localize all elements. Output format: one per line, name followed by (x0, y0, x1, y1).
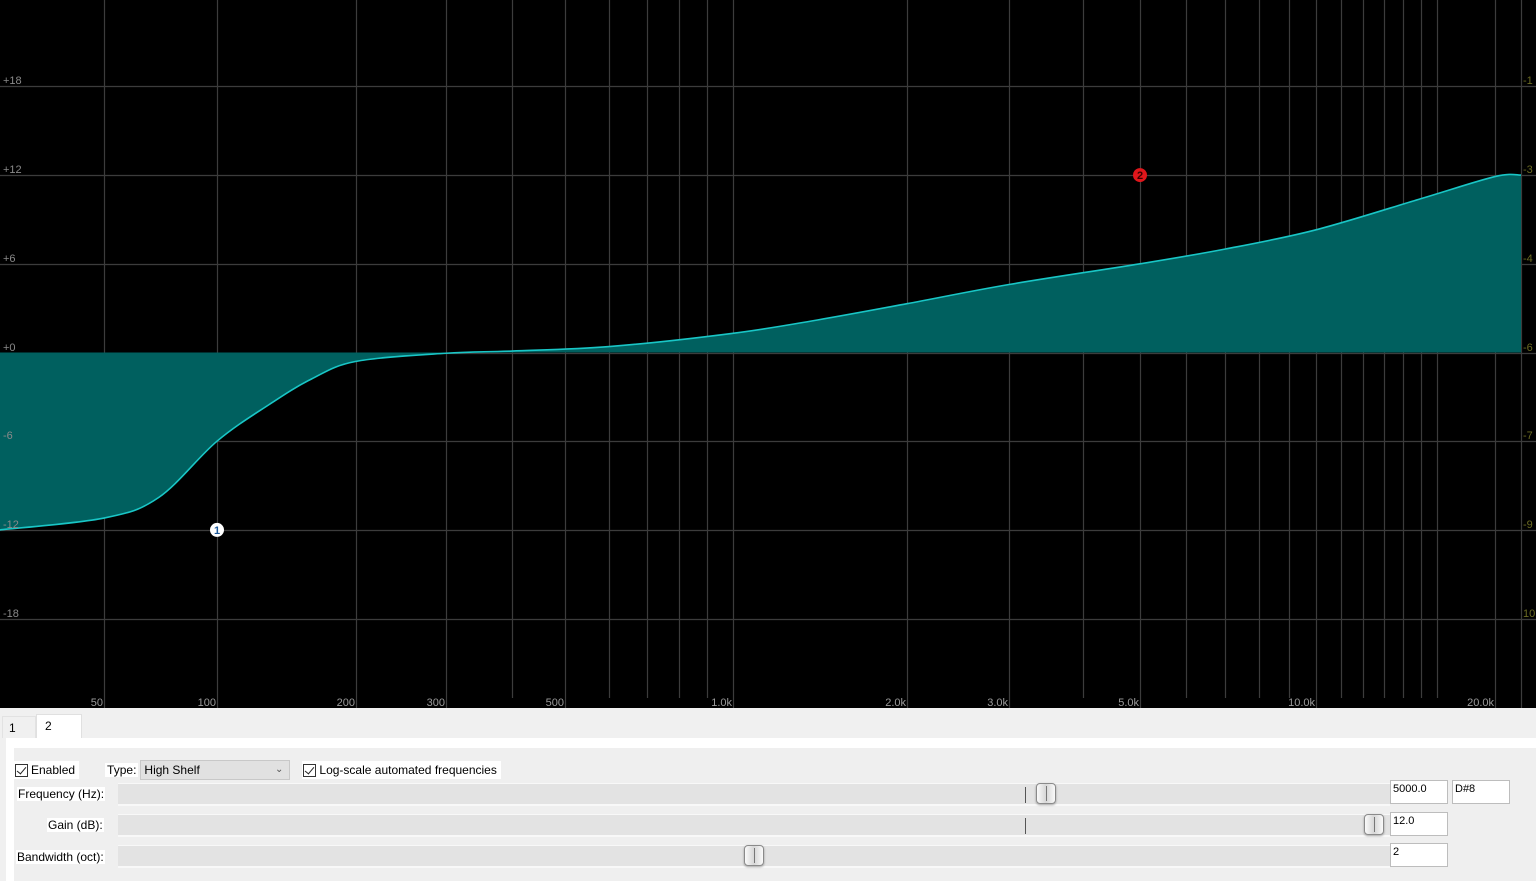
type-select[interactable]: High Shelf ⌄ (140, 760, 291, 780)
enabled-label: Enabled (31, 763, 76, 777)
frequency-input[interactable]: 5000.0 (1390, 780, 1448, 804)
frequency-slider[interactable] (118, 783, 1390, 806)
frequency-slider-thumb[interactable] (1036, 783, 1057, 804)
band-settings-inner: Enabled Type: High Shelf ⌄ Log-scale aut… (14, 748, 1536, 881)
y-tick-label: +6 (3, 253, 16, 265)
type-select-value: High Shelf (144, 763, 200, 777)
x-tick-label: 300 (427, 697, 445, 708)
x-tick-label: 20.0k (1467, 697, 1494, 708)
y-tick-label: +18 (3, 75, 22, 87)
checkmark-icon (303, 763, 317, 777)
checkmark-icon (15, 763, 28, 777)
y-axis-labels-right: -1 -3 -4 -6 -7 -9 10 (1523, 75, 1535, 620)
enabled-checkbox[interactable]: Enabled (14, 761, 80, 779)
x-tick-label: 100 (198, 697, 216, 708)
x-tick-label: 1.0k (711, 697, 732, 708)
y-tick-label-right: -6 (1523, 342, 1533, 354)
y-tick-label-right: -7 (1523, 430, 1533, 442)
y-axis-labels-left: +18 +12 +6 +0 -6 -12 -18 (3, 75, 22, 620)
chevron-down-icon: ⌄ (275, 764, 284, 775)
type-label: Type: (105, 763, 139, 777)
bandwidth-input[interactable]: 2 (1390, 843, 1448, 867)
x-axis-labels: 50 100 200 300 500 1.0k 2.0k 3.0k 5.0k 10.0k 20.0k (91, 697, 1495, 708)
y-tick-label: -6 (3, 430, 13, 442)
band-handle-label: 2 (1137, 170, 1143, 182)
bandwidth-slider[interactable] (118, 845, 1390, 868)
gain-slider[interactable] (118, 814, 1390, 837)
frequency-label: Frequency (Hz): (17, 787, 106, 801)
x-tick-label: 10.0k (1288, 697, 1315, 708)
eq-response-fill (0, 174, 1521, 530)
gain-center-tick (1025, 818, 1026, 834)
logscale-checkbox[interactable]: Log-scale automated frequencies (302, 761, 501, 779)
x-tick-label: 5.0k (1118, 697, 1139, 708)
eq-graph[interactable]: +18 +12 +6 +0 -6 -12 -18 -1 -3 -4 -6 -7 -9 10 50 100 2… (0, 0, 1536, 708)
x-tick-label: 50 (91, 697, 103, 708)
band-handle-2[interactable]: 2 (1133, 168, 1147, 183)
y-tick-label-right: -3 (1523, 164, 1533, 176)
gain-label: Gain (dB): (47, 818, 104, 832)
gain-slider-thumb[interactable] (1363, 814, 1384, 835)
eq-graph-svg[interactable]: +18 +12 +6 +0 -6 -12 -18 -1 -3 -4 -6 -7 -9 10 50 100 2… (0, 0, 1536, 708)
x-tick-label: 3.0k (987, 697, 1008, 708)
y-tick-label: -18 (3, 608, 19, 620)
y-tick-label: +0 (3, 342, 16, 354)
y-tick-label: +12 (3, 164, 22, 176)
band-settings-panel: Enabled Type: High Shelf ⌄ Log-scale aut… (6, 738, 1536, 881)
y-tick-label: -12 (3, 519, 19, 531)
y-tick-label-right: -4 (1523, 253, 1533, 265)
band-tabs: 1 2 (0, 708, 1536, 740)
band-options-row: Enabled Type: High Shelf ⌄ Log-scale aut… (14, 760, 501, 780)
bandwidth-label: Bandwidth (oct): (16, 850, 105, 864)
tab-band-1[interactable]: 1 (2, 716, 36, 738)
x-tick-label: 2.0k (885, 697, 906, 708)
logscale-label: Log-scale automated frequencies (319, 763, 497, 777)
y-tick-label-right: -9 (1523, 519, 1533, 531)
tab-band-2[interactable]: 2 (36, 714, 82, 740)
gain-input[interactable]: 12.0 (1390, 812, 1448, 836)
bandwidth-slider-thumb[interactable] (744, 845, 764, 866)
frequency-center-tick (1025, 787, 1026, 803)
x-tick-label: 500 (546, 697, 564, 708)
x-tick-label: 200 (337, 697, 355, 708)
y-tick-label-right: 10 (1523, 608, 1535, 620)
y-tick-label-right: -1 (1523, 75, 1533, 87)
band-handle-1[interactable]: 1 (210, 522, 224, 537)
band-handle-label: 1 (214, 525, 220, 537)
note-input[interactable]: D#8 (1452, 780, 1510, 804)
